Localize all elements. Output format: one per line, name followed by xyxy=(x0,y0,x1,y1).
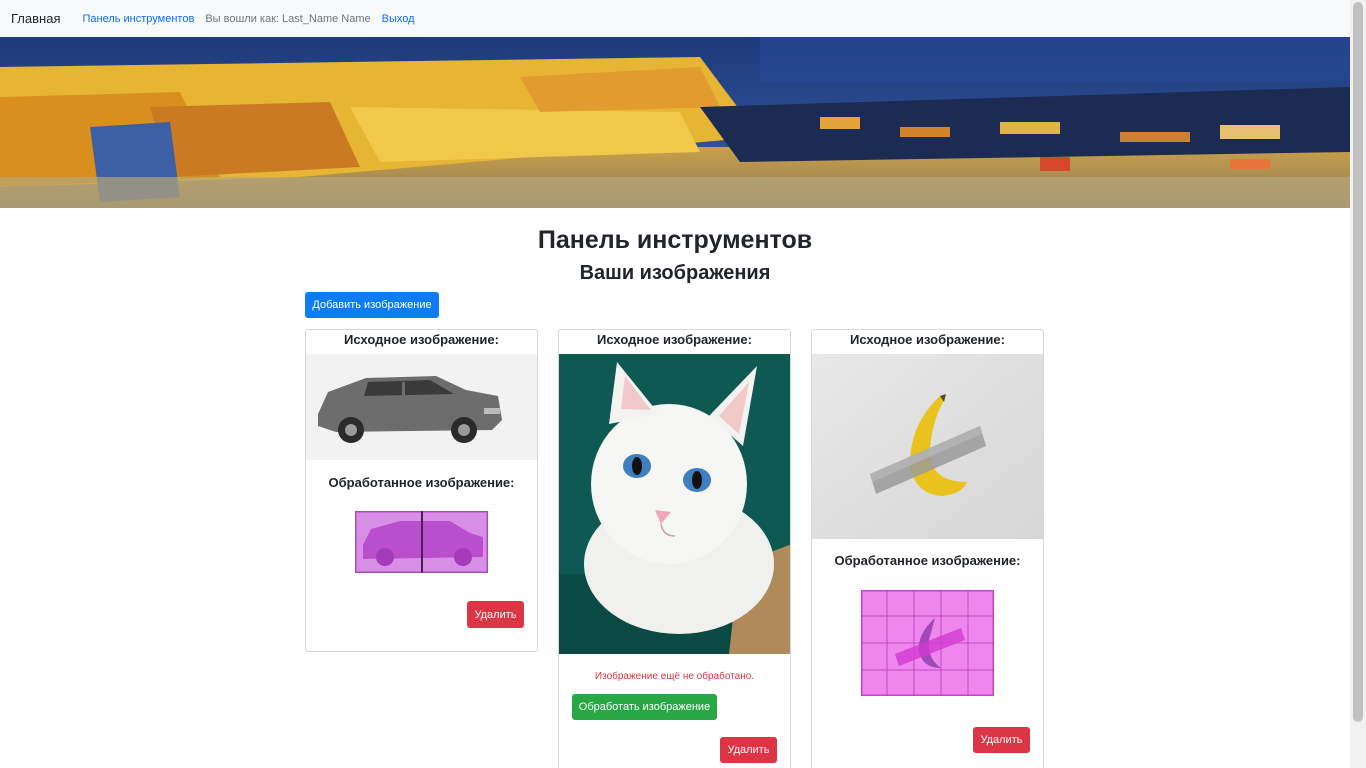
image-card: Исходное изображение: Обработанное изобр… xyxy=(305,329,538,652)
original-image-label: Исходное изображение: xyxy=(850,332,1005,347)
original-image xyxy=(812,354,1043,539)
processed-image-label: Обработанное изображение: xyxy=(834,553,1021,568)
dashboard-link[interactable]: Панель инструментов xyxy=(82,13,194,25)
delete-button[interactable]: Удалить xyxy=(720,737,777,763)
brand-link[interactable]: Главная xyxy=(11,11,60,26)
navbar: Главная Панель инструментов Вы вошли как… xyxy=(0,0,1350,37)
add-image-button[interactable]: Добавить изображение xyxy=(305,292,439,318)
image-card: Исходное изображение: Обработанное изобр… xyxy=(811,329,1044,768)
processed-image xyxy=(355,511,488,573)
original-image-label: Исходное изображение: xyxy=(597,332,752,347)
banner-painting-icon xyxy=(0,37,1350,208)
process-image-button[interactable]: Обработать изображение xyxy=(572,694,717,720)
original-image xyxy=(306,354,537,460)
header-banner-image xyxy=(0,37,1350,208)
delete-button[interactable]: Удалить xyxy=(973,727,1030,753)
page-title: Панель инструментов xyxy=(537,226,813,254)
logout-link[interactable]: Выход xyxy=(382,13,415,25)
delete-button[interactable]: Удалить xyxy=(467,601,524,628)
image-card: Исходное изображение: Изображение ещё не… xyxy=(558,329,791,768)
page-subtitle: Ваши изображения xyxy=(579,262,771,284)
logged-in-text: Вы вошли как: Last_Name Name xyxy=(205,12,371,25)
not-processed-status: Изображение ещё не обработано. xyxy=(594,671,755,682)
scrollbar-thumb[interactable] xyxy=(1353,2,1363,722)
original-image-label: Исходное изображение: xyxy=(344,332,499,347)
banana-photo-icon xyxy=(812,354,1043,539)
cat-photo-icon xyxy=(559,354,790,654)
banana-processed-icon xyxy=(861,590,994,696)
car-photo-icon xyxy=(306,354,537,460)
processed-image-label: Обработанное изображение: xyxy=(328,475,515,490)
processed-image xyxy=(861,590,994,696)
original-image xyxy=(559,354,790,654)
page-scrollbar[interactable] xyxy=(1350,0,1366,768)
car-processed-icon xyxy=(355,511,488,573)
